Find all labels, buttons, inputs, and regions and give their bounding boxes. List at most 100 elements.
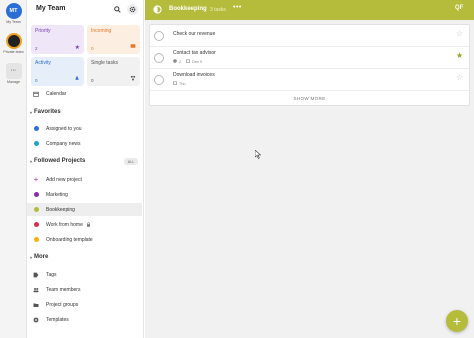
sidebar-item-label: Bookkeeping xyxy=(46,206,75,213)
tag-icon xyxy=(33,272,39,278)
due-date: Thu xyxy=(179,81,186,86)
sidebar-item-tags[interactable]: Tags xyxy=(27,268,142,281)
private-team-label: Private team xyxy=(3,50,24,54)
tile-activity-label: Activity xyxy=(35,60,51,66)
task-row[interactable]: Check our revenue ☆ xyxy=(150,25,469,47)
team-avatar: MT xyxy=(5,3,22,19)
bell-icon xyxy=(74,75,80,83)
all-projects-button[interactable]: ALL xyxy=(124,158,138,165)
task-count: 3 tasks xyxy=(210,6,226,13)
project-color-dot xyxy=(33,192,39,198)
assigned-icon xyxy=(33,126,39,132)
sidebar-item-calendar[interactable]: Calendar xyxy=(27,87,142,100)
sidebar-item-team-members[interactable]: Team members xyxy=(27,283,142,296)
add-project-button[interactable]: + Add new project xyxy=(27,173,142,186)
task-title: Contact tax advisor xyxy=(173,50,216,56)
gear-icon[interactable] xyxy=(127,4,138,15)
project-color-dot xyxy=(33,222,39,228)
template-icon xyxy=(33,317,39,323)
star-outline-icon[interactable]: ☆ xyxy=(456,30,463,38)
project-color-dot xyxy=(33,237,39,243)
quick-filter-button[interactable]: QF xyxy=(455,5,463,11)
tile-incoming[interactable]: Incoming 0 xyxy=(87,25,140,54)
manage-teams-button[interactable]: ··· Manage xyxy=(0,63,27,84)
more-options-icon[interactable]: ••• xyxy=(233,4,242,11)
tile-activity-count: 0 xyxy=(35,78,38,83)
tile-activity[interactable]: Activity 0 xyxy=(31,57,84,86)
main-panel: Bookkeeping 3 tasks ••• QF Check our rev… xyxy=(145,0,474,338)
task-title: Download invoices xyxy=(173,72,215,78)
sidebar-item-marketing[interactable]: Marketing xyxy=(27,188,142,201)
people-icon xyxy=(33,287,39,293)
sidebar-item-assigned[interactable]: Assigned to you xyxy=(27,122,142,135)
section-followed-projects[interactable]: ▾ Followed Projects xyxy=(30,156,85,166)
task-checkbox[interactable] xyxy=(154,75,164,85)
manage-label: Manage xyxy=(7,80,20,84)
mouse-cursor-icon xyxy=(254,149,262,161)
tile-single-tasks-label: Single tasks xyxy=(91,60,118,66)
sidebar-item-project-groups[interactable]: Project groups xyxy=(27,298,142,311)
sidebar: My Team Priority 2 ★ Incoming 0 Activity… xyxy=(27,0,144,338)
private-team-avatar xyxy=(5,33,22,49)
tile-incoming-count: 0 xyxy=(91,46,94,51)
show-more-button[interactable]: SHOW MORE xyxy=(150,91,469,105)
sidebar-item-work-from-home[interactable]: Work from home xyxy=(27,218,142,231)
comment-count: 2 xyxy=(179,59,182,64)
due-date: Dec 9 xyxy=(192,59,203,64)
task-checkbox[interactable] xyxy=(154,31,164,41)
sidebar-item-company-news[interactable]: Company news xyxy=(27,137,142,150)
project-title: Bookkeeping xyxy=(169,6,207,12)
sidebar-item-onboarding[interactable]: Onboarding template xyxy=(27,233,142,246)
sidebar-item-label: Team members xyxy=(46,286,81,293)
sidebar-item-label: Templates xyxy=(46,316,69,323)
inbox-icon xyxy=(130,43,136,51)
sidebar-item-bookkeeping[interactable]: Bookkeeping xyxy=(27,203,142,216)
caret-down-icon: ▾ xyxy=(30,109,33,115)
task-list: Check our revenue ☆ Contact tax advisor … xyxy=(149,24,470,106)
section-favorites-heading: Favorites xyxy=(34,109,61,115)
folder-icon xyxy=(33,302,39,308)
sidebar-item-label: Calendar xyxy=(46,90,67,97)
search-icon[interactable] xyxy=(112,4,123,15)
section-more-heading: More xyxy=(34,254,49,260)
comment-icon xyxy=(173,59,177,64)
section-favorites[interactable]: ▾ Favorites xyxy=(30,107,61,117)
task-row[interactable]: Download invoices Thu ☆ xyxy=(150,69,469,91)
star-outline-icon[interactable]: ☆ xyxy=(456,74,463,82)
section-more[interactable]: ▾ More xyxy=(30,252,48,262)
project-color-dot xyxy=(33,207,39,213)
task-meta: 2 Dec 9 xyxy=(173,59,202,64)
tile-priority-label: Priority xyxy=(35,28,51,34)
star-icon: ★ xyxy=(74,45,80,51)
tile-single-tasks[interactable]: Single tasks 0 xyxy=(87,57,140,86)
plus-icon: + xyxy=(33,175,39,184)
sidebar-toggle-icon[interactable] xyxy=(153,5,162,14)
add-task-button[interactable]: + xyxy=(446,310,468,332)
star-filled-icon[interactable]: ★ xyxy=(456,52,463,60)
sidebar-title: My Team xyxy=(36,5,66,12)
caret-down-icon: ▾ xyxy=(30,254,33,260)
tile-incoming-label: Incoming xyxy=(91,28,112,34)
sidebar-item-label: Onboarding template xyxy=(46,236,93,243)
sidebar-header: My Team xyxy=(27,0,144,20)
tile-single-tasks-count: 0 xyxy=(91,78,94,83)
sidebar-item-templates[interactable]: Templates xyxy=(27,313,142,326)
calendar-icon xyxy=(33,91,39,97)
task-meta: Thu xyxy=(173,81,186,86)
tile-priority-count: 2 xyxy=(35,46,38,51)
team-switcher-my-team[interactable]: MT My Team xyxy=(0,3,27,24)
calendar-icon xyxy=(186,59,191,64)
team-switcher-private[interactable]: Private team xyxy=(0,33,27,54)
task-row[interactable]: Contact tax advisor 2 Dec 9 ★ xyxy=(150,47,469,69)
project-header: Bookkeeping 3 tasks ••• QF xyxy=(145,0,474,20)
more-dots-icon: ··· xyxy=(5,63,22,79)
sidebar-item-label: Company news xyxy=(46,140,81,147)
sidebar-item-label: Work from home xyxy=(46,221,83,228)
sidebar-item-label: Assigned to you xyxy=(46,125,82,132)
section-followed-heading: Followed Projects xyxy=(34,158,86,164)
sidebar-item-label: Tags xyxy=(46,271,57,278)
tile-priority[interactable]: Priority 2 ★ xyxy=(31,25,84,54)
people-icon xyxy=(130,75,136,83)
team-label: My Team xyxy=(6,20,21,24)
task-checkbox[interactable] xyxy=(154,53,164,63)
